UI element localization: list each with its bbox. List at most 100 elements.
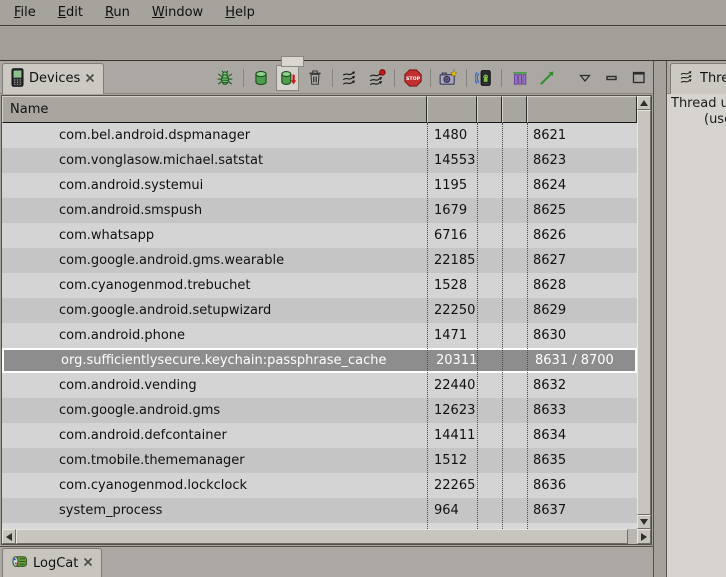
table-row[interactable]: com.tmobile.thememanager15128635 — [2, 448, 637, 473]
cell-port: 8635 — [533, 448, 566, 473]
menu-window[interactable]: Window — [141, 3, 214, 22]
toolbar-separator — [466, 69, 467, 87]
update-threads-icon[interactable] — [339, 65, 362, 91]
table-row[interactable]: com.google.android.gms126238633 — [2, 398, 637, 423]
update-heap-icon[interactable] — [250, 65, 273, 91]
table-header: Name — [2, 96, 637, 123]
tab-threads[interactable]: Threads — [670, 63, 726, 94]
cell-pid: 1679 — [434, 198, 467, 223]
table-row[interactable]: com.android.phone14718630 — [2, 323, 637, 348]
vertical-scrollbar[interactable] — [637, 96, 651, 529]
up-arrow-icon — [640, 100, 648, 106]
table-row[interactable]: com.android.smspush16798625 — [2, 198, 637, 223]
sash-handle[interactable] — [281, 56, 304, 67]
table-row[interactable]: com.android.systemui11958624 — [2, 173, 637, 198]
cell-port: 8637 — [533, 498, 566, 523]
table-row[interactable]: com.google.android.setupwizard 22250 8629 — [2, 298, 637, 323]
scroll-down-button[interactable] — [637, 515, 651, 529]
column-header-2[interactable] — [477, 96, 502, 123]
cause-gc-icon[interactable] — [303, 65, 326, 91]
tab-logcat-label: LogCat — [33, 556, 78, 571]
cell-port: 8629 — [533, 298, 566, 323]
cell-pid: 964 — [434, 498, 459, 523]
cell-port: 8623 — [533, 148, 566, 173]
cell-port: 8628 — [533, 273, 566, 298]
scroll-right-button[interactable] — [637, 529, 651, 544]
start-method-profiling-icon[interactable] — [366, 65, 389, 91]
column-header-port[interactable] — [527, 96, 637, 123]
vertical-scroll-thumb[interactable] — [637, 110, 651, 515]
cell-name: com.android.smspush — [59, 198, 202, 223]
cell-pid: 1195 — [434, 173, 467, 198]
scroll-up-button[interactable] — [637, 96, 651, 110]
horizontal-scrollbar[interactable] — [2, 529, 651, 544]
devices-table: Name com.bel.android.dspmanager14808621c… — [1, 95, 652, 545]
debug-process-icon[interactable] — [214, 65, 237, 91]
table-row[interactable]: com.bel.android.dspmanager14808621 — [2, 123, 637, 148]
cell-port: 8632 — [533, 373, 566, 398]
table-row[interactable]: com.vonglasow.michael.satstat145538623 — [2, 148, 637, 173]
table-row[interactable]: com.cyanogenmod.trebuchet15288628 — [2, 273, 637, 298]
table-body: com.bel.android.dspmanager14808621com.vo… — [2, 123, 637, 529]
cell-pid: 14411 — [434, 423, 475, 448]
svg-text:STOP: STOP — [406, 76, 421, 82]
cell-name: com.google.android.gms — [59, 398, 220, 423]
phone-icon — [11, 68, 24, 91]
view-menu-icon[interactable] — [574, 65, 597, 91]
menu-bar: File Edit Run Window Help — [0, 0, 726, 26]
cell-name: com.google.android.setupwizard — [59, 298, 271, 323]
column-header-name[interactable]: Name — [2, 96, 427, 123]
table-row[interactable]: org.sufficientlysecure.keychain:passphra… — [2, 348, 637, 373]
cell-pid: 6716 — [434, 223, 467, 248]
dump-hprof-icon[interactable] — [276, 65, 299, 91]
menu-help[interactable]: Help — [214, 3, 266, 22]
threads-message-line2: (use toolbar button to enable) — [671, 112, 726, 128]
table-row[interactable]: com.android.defcontainer144118634 — [2, 423, 637, 448]
table-row[interactable]: com.cyanogenmod.lockclock222658636 — [2, 473, 637, 498]
menu-run[interactable]: Run — [94, 3, 141, 22]
cell-name: com.bel.android.dspmanager — [59, 123, 250, 148]
threads-message-line1: Thread updates not enabled for selected … — [671, 96, 726, 112]
table-row[interactable]: com.android.vending 22440 8632 — [2, 373, 637, 398]
table-row[interactable]: com.google.android.gms.wearable221858627 — [2, 248, 637, 273]
cell-name: org.sufficientlysecure.keychain:passphra… — [61, 350, 386, 371]
toolbar-separator — [332, 69, 333, 87]
pane-sash[interactable] — [653, 61, 667, 577]
tab-devices-label: Devices — [29, 71, 80, 87]
stop-process-icon[interactable]: STOP — [401, 65, 424, 91]
cell-port: 8630 — [533, 323, 566, 348]
start-opengl-trace-icon[interactable] — [535, 65, 558, 91]
menu-edit[interactable]: Edit — [47, 3, 94, 22]
toolbar-separator — [501, 69, 502, 87]
cell-pid: 22440 — [434, 373, 475, 398]
maximize-icon[interactable] — [627, 65, 650, 91]
device-view-icon[interactable] — [473, 65, 496, 91]
devices-view-toolbar: STOP — [212, 61, 652, 94]
scroll-left-button[interactable] — [2, 529, 16, 544]
coolbar-strip — [0, 27, 726, 61]
tab-logcat[interactable]: LogCat — [2, 548, 102, 577]
logcat-icon — [11, 554, 28, 573]
menu-file[interactable]: File — [3, 3, 47, 22]
horizontal-scroll-thumb[interactable] — [16, 529, 628, 544]
cell-name: com.android.systemui — [59, 173, 203, 198]
close-icon[interactable] — [85, 72, 95, 87]
screen-capture-icon[interactable] — [437, 65, 460, 91]
capture-systrace-icon[interactable] — [508, 65, 531, 91]
cell-name: system_process — [59, 498, 162, 523]
cell-pid: 20311 — [436, 350, 477, 371]
tab-devices[interactable]: Devices — [2, 63, 104, 94]
close-icon[interactable] — [83, 556, 93, 571]
column-header-pid[interactable] — [427, 96, 477, 123]
left-arrow-icon — [6, 533, 12, 541]
cell-name: com.android.vending — [59, 373, 197, 398]
table-row[interactable]: com.whatsapp67168626 — [2, 223, 637, 248]
column-header-3[interactable] — [502, 96, 527, 123]
cell-pid: 22250 — [434, 298, 475, 323]
minimize-icon[interactable] — [601, 65, 624, 91]
toolbar-separator — [430, 69, 431, 87]
cell-port: 8626 — [533, 223, 566, 248]
table-row[interactable]: system_process 964 8637 — [2, 498, 637, 523]
cell-pid: 1512 — [434, 448, 467, 473]
cell-name: com.android.phone — [59, 323, 185, 348]
